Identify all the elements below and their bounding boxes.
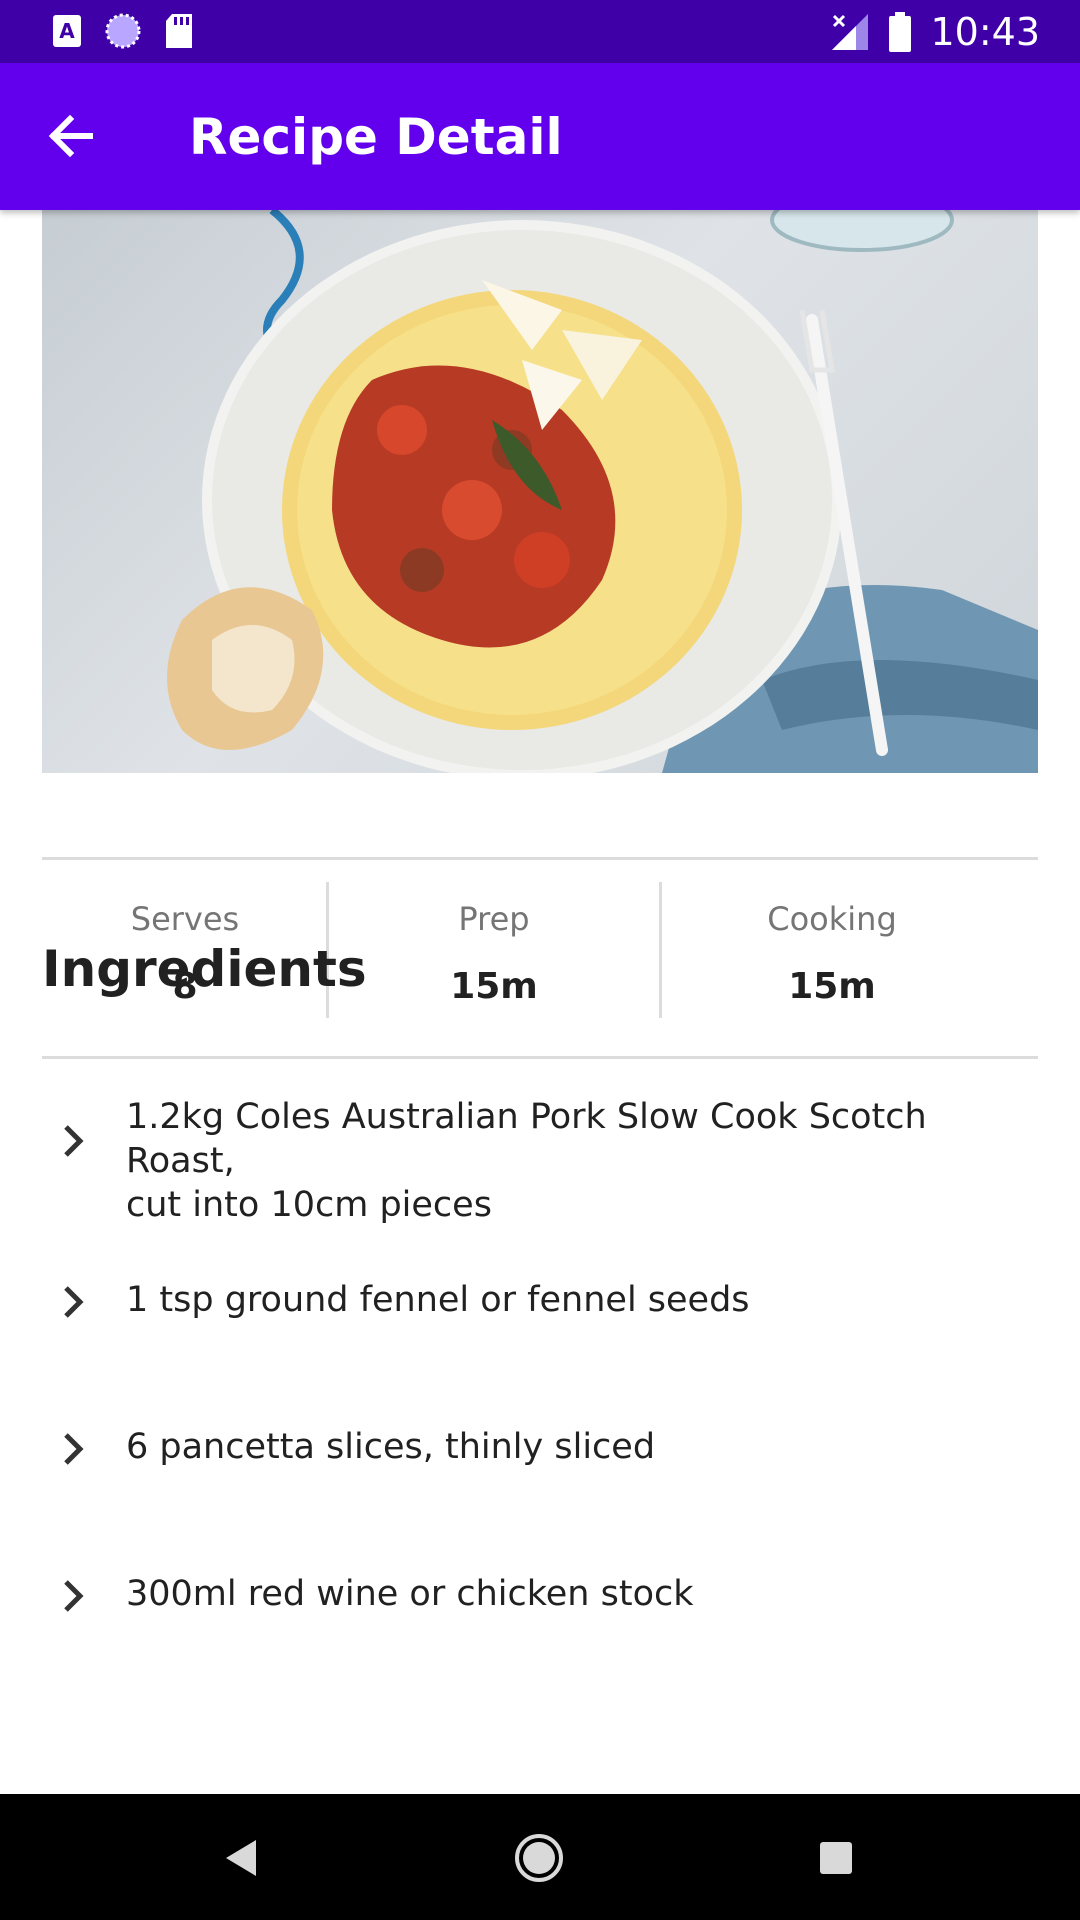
svg-text:A: A [59, 19, 75, 43]
stat-value: 15m [450, 966, 538, 1007]
stat-label: Cooking [767, 900, 897, 938]
ingredient-text: 1 tsp ground fennel or fennel seeds [126, 1280, 750, 1320]
ingredient-text: 300ml red wine or chicken stock [126, 1574, 694, 1614]
battery-icon [889, 12, 912, 52]
stat-label: Prep [458, 900, 530, 938]
status-bar: A 10:43 [0, 0, 1080, 63]
recents-square-icon[interactable] [808, 1830, 864, 1886]
chevron-right-icon [64, 1580, 84, 1612]
ingredients-heading: Ingredients [42, 940, 367, 998]
ingredient-text: 1.2kg Coles Australian Pork Slow Cook Sc… [126, 1095, 1026, 1227]
recipe-hero-image [42, 210, 1038, 773]
stat-label: Serves [130, 900, 240, 938]
ingredient-line: cut into 10cm pieces [126, 1185, 492, 1225]
loading-circle-icon [105, 13, 141, 49]
status-time: 10:43 [930, 10, 1040, 54]
chevron-right-icon [64, 1433, 84, 1465]
recipe-content[interactable]: Serves 8 Prep 15m Cooking 15m Ingredient… [0, 210, 1080, 1794]
no-signal-icon [832, 14, 869, 50]
sd-card-icon [166, 14, 192, 48]
ingredient-text: 6 pancetta slices, thinly sliced [126, 1427, 656, 1467]
page-title: Recipe Detail [189, 108, 563, 166]
ingredient-line: 1.2kg Coles Australian Pork Slow Cook Sc… [126, 1097, 927, 1181]
chevron-right-icon [64, 1125, 84, 1157]
home-circle-icon[interactable] [511, 1830, 567, 1886]
stat-prep: Prep 15m [329, 860, 659, 1056]
system-nav-bar [0, 1794, 1080, 1920]
back-arrow-icon[interactable] [42, 107, 100, 165]
dish-photo-illustration [167, 210, 1038, 773]
stat-cooking: Cooking 15m [662, 860, 1002, 1056]
a-box-icon: A [53, 15, 81, 47]
chevron-right-icon [64, 1286, 84, 1318]
back-triangle-icon[interactable] [214, 1830, 270, 1886]
stat-value: 15m [788, 966, 876, 1007]
app-bar: Recipe Detail [0, 63, 1080, 210]
